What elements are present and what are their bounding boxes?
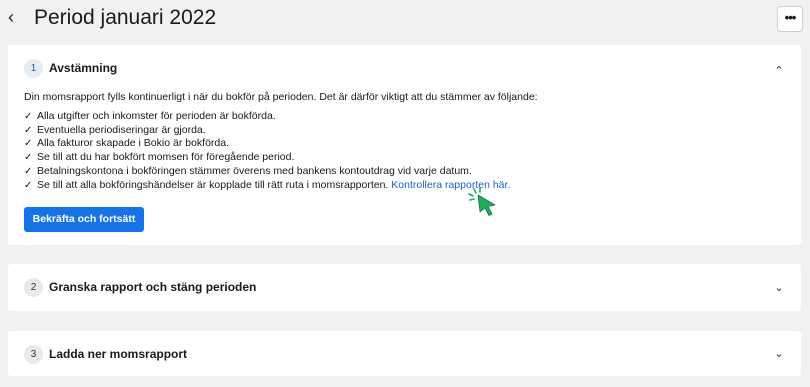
confirm-and-continue-button[interactable]: Bekräfta och fortsätt — [24, 207, 144, 232]
step-title: Avstämning — [49, 61, 118, 75]
checklist-item: ✓ Se till att du har bokfört momsen för f… — [24, 151, 510, 165]
chevron-down-icon[interactable]: ⌄ — [773, 282, 785, 294]
checkmark-icon: ✓ — [24, 179, 33, 191]
checklist-item-text: Se till att du har bokfört momsen för fö… — [37, 151, 295, 164]
checklist-item-text: Betalningskontona i bokföringen stämmer … — [37, 164, 472, 177]
checklist-item-text: Eventuella periodiseringar är gjorda. — [37, 123, 206, 136]
more-horizontal-icon: ••• — [784, 10, 797, 25]
more-options-button[interactable]: ••• — [777, 6, 803, 32]
checklist-item: ✓ Alla fakturor skapade i Bokio är bokför… — [24, 137, 510, 151]
step-card-ladda-ner[interactable]: 3 Ladda ner momsrapport ⌄ — [8, 331, 801, 376]
page-title: Period januari 2022 — [34, 6, 217, 29]
checklist-item: ✓ Betalningskontona i bokföringen stämmer… — [24, 165, 510, 179]
step-number-badge: 3 — [24, 345, 43, 364]
chevron-down-icon[interactable]: ⌄ — [773, 348, 785, 360]
back-chevron-left-icon[interactable]: ‹ — [8, 7, 24, 27]
page-header: ‹ Period januari 2022 ••• — [0, 0, 810, 38]
checkmark-icon: ✓ — [24, 165, 33, 177]
checklist-item-text: Se till att alla bokföringshändelser är … — [37, 178, 389, 191]
checkmark-icon: ✓ — [24, 124, 33, 136]
step-card-granska[interactable]: 2 Granska rapport och stäng perioden ⌄ — [8, 264, 801, 311]
checklist: ✓ Alla utgifter och inkomster för periode… — [24, 110, 510, 192]
checklist-item: ✓ Alla utgifter och inkomster för periode… — [24, 110, 510, 124]
click-cursor-icon — [468, 187, 496, 216]
checklist-item-text: Alla fakturor skapade i Bokio är bokförd… — [37, 137, 230, 150]
step-intro-text: Din momsrapport fylls kontinuerligt i nä… — [24, 91, 538, 103]
checklist-item: ✓ Eventuella periodiseringar är gjorda. — [24, 124, 510, 138]
checklist-item: ✓ Se till att alla bokföringshändelser är… — [24, 179, 510, 193]
step-title: Ladda ner momsrapport — [49, 347, 188, 361]
step-title: Granska rapport och stäng perioden — [49, 280, 257, 294]
step-number-badge: 2 — [24, 278, 43, 297]
checklist-item-text: Alla utgifter och inkomster för perioden… — [37, 110, 276, 122]
step-number-badge: 1 — [24, 59, 43, 78]
checkmark-icon: ✓ — [24, 152, 33, 164]
chevron-up-icon[interactable]: ⌃ — [773, 65, 785, 77]
checkmark-icon: ✓ — [24, 138, 33, 150]
step-card-avstamning: 1 Avstämning ⌃ Din momsrapport fylls kon… — [8, 45, 801, 245]
checkmark-icon: ✓ — [24, 111, 33, 122]
